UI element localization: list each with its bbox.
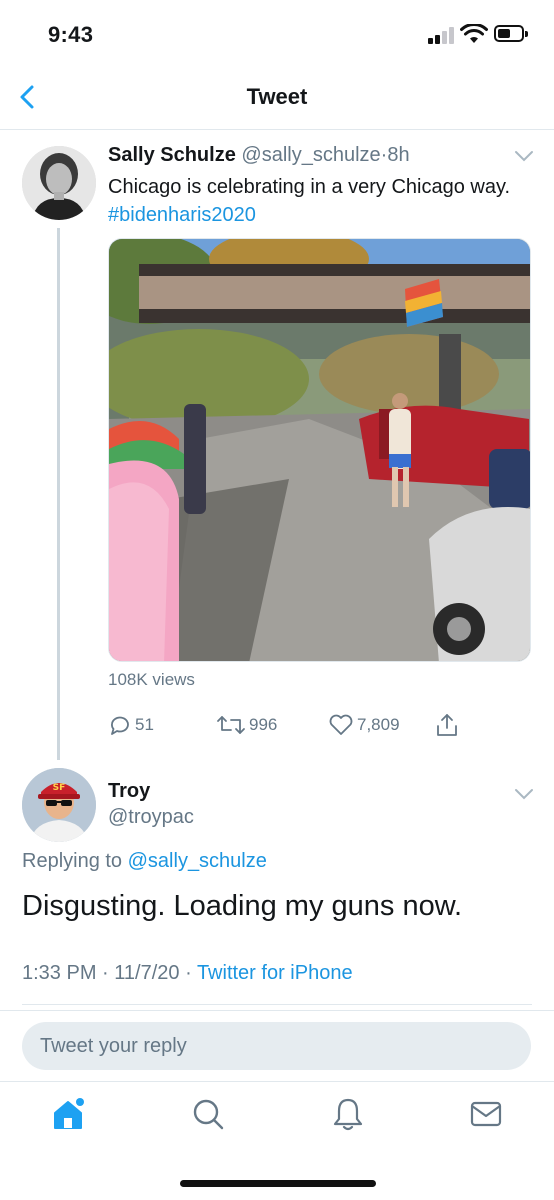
share-button[interactable] bbox=[434, 710, 460, 740]
reply-author-name[interactable]: Troy bbox=[108, 780, 150, 803]
tweet-header: Sally Schulze @sally_schulze·8h bbox=[108, 144, 410, 167]
battery-icon bbox=[494, 25, 528, 42]
home-indicator bbox=[180, 1180, 376, 1187]
tweet-meta: 1:33 PM · 11/7/20 · Twitter for iPhone bbox=[22, 962, 353, 984]
retweet-button[interactable]: 996 bbox=[216, 710, 277, 740]
chevron-down-icon[interactable] bbox=[514, 788, 534, 800]
svg-text:SF: SF bbox=[53, 783, 66, 793]
replying-prefix: Replying to bbox=[22, 850, 123, 872]
retweet-count: 996 bbox=[249, 715, 278, 734]
replying-to-handle[interactable]: @sally_schulze bbox=[128, 850, 267, 872]
divider bbox=[22, 1004, 532, 1005]
avatar[interactable] bbox=[22, 146, 96, 220]
reply-author-handle[interactable]: @troypac bbox=[108, 806, 194, 829]
heart-icon bbox=[329, 714, 353, 735]
tweet-source[interactable]: Twitter for iPhone bbox=[197, 962, 353, 984]
replying-to: Replying to @sally_schulze bbox=[22, 850, 267, 873]
home-icon[interactable] bbox=[50, 1096, 86, 1132]
tweet-body: Chicago is celebrating in a very Chicago… bbox=[108, 176, 511, 198]
status-bar: 9:43 bbox=[0, 0, 554, 64]
like-button[interactable]: 7,809 bbox=[328, 710, 400, 740]
reply-button[interactable]: 51 bbox=[108, 710, 154, 740]
share-icon bbox=[437, 714, 457, 736]
author-name[interactable]: Sally Schulze bbox=[108, 144, 236, 166]
hashtag-link[interactable]: #bidenharis2020 bbox=[108, 204, 256, 226]
author-handle[interactable]: @sally_schulze bbox=[241, 144, 380, 166]
search-icon[interactable] bbox=[190, 1096, 226, 1132]
wifi-icon bbox=[460, 24, 488, 43]
view-count: 108K views bbox=[108, 670, 195, 689]
tweet-actions: 51 996 7,809 bbox=[108, 710, 538, 740]
chevron-down-icon[interactable] bbox=[514, 150, 534, 162]
tweet-date: 11/7/20 bbox=[114, 962, 180, 984]
thread-line bbox=[57, 228, 60, 760]
reply-input[interactable] bbox=[22, 1022, 531, 1070]
avatar[interactable]: SF bbox=[22, 768, 96, 842]
bell-icon[interactable] bbox=[330, 1096, 366, 1132]
tweet-time: 8h bbox=[387, 144, 410, 166]
mail-icon[interactable] bbox=[468, 1096, 504, 1132]
page-title: Tweet bbox=[246, 84, 308, 109]
tweet-text: Chicago is celebrating in a very Chicago… bbox=[108, 173, 518, 229]
cellular-signal-icon bbox=[428, 26, 454, 44]
nav-header: Tweet bbox=[0, 64, 554, 130]
tweet-video[interactable] bbox=[108, 238, 531, 662]
retweet-icon bbox=[217, 716, 245, 734]
reply-icon bbox=[111, 716, 129, 735]
status-time: 9:43 bbox=[48, 22, 94, 47]
reply-count: 51 bbox=[135, 715, 154, 734]
like-count: 7,809 bbox=[357, 715, 400, 734]
tweet-timestamp: 1:33 PM bbox=[22, 962, 97, 984]
reply-text: Disgusting. Loading my guns now. bbox=[22, 890, 463, 922]
